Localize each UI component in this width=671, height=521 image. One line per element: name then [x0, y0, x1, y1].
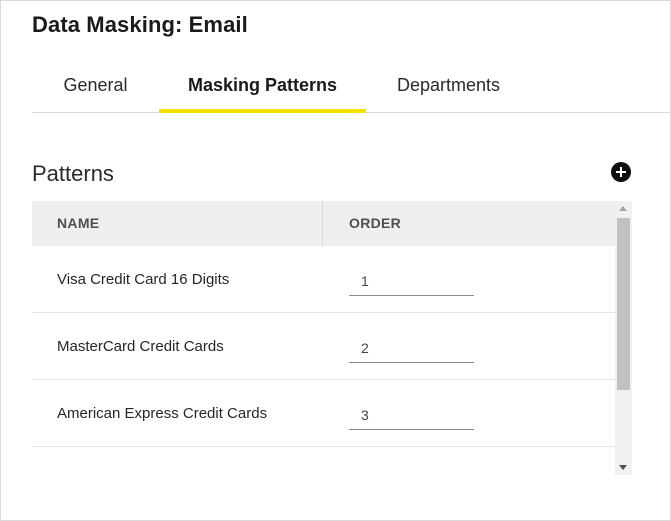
pattern-order-input[interactable] — [349, 400, 474, 430]
column-header-order[interactable]: ORDER — [349, 201, 401, 246]
pattern-order-input[interactable] — [349, 333, 474, 363]
page-title: Data Masking: Email — [32, 12, 248, 37]
pattern-name: MasterCard Credit Cards — [57, 338, 224, 355]
patterns-section-title: Patterns — [32, 161, 114, 186]
table-scrollbar[interactable] — [615, 201, 632, 475]
patterns-table: NAME ORDER Visa Credit Card 16 Digits Ma… — [32, 201, 632, 475]
add-pattern-button[interactable] — [611, 162, 631, 182]
scroll-thumb[interactable] — [617, 218, 630, 390]
tab-departments[interactable]: Departments — [366, 59, 536, 112]
data-masking-panel: Data Masking: Email General Masking Patt… — [0, 0, 671, 521]
tab-bar: General Masking Patterns Departments — [32, 59, 670, 113]
pattern-name: Visa Credit Card 16 Digits — [57, 271, 230, 288]
tab-masking-patterns[interactable]: Masking Patterns — [159, 59, 366, 113]
table-row[interactable]: Visa Credit Card 16 Digits — [32, 246, 615, 313]
scroll-down-icon[interactable] — [619, 465, 627, 470]
table-header: NAME ORDER — [32, 201, 615, 246]
table-row[interactable]: American Express Credit Cards — [32, 380, 615, 447]
column-divider — [322, 201, 323, 246]
table-row[interactable]: MasterCard Credit Cards — [32, 313, 615, 380]
pattern-name: American Express Credit Cards — [57, 405, 268, 422]
pattern-order-input[interactable] — [349, 266, 474, 296]
table-body: Visa Credit Card 16 Digits MasterCard Cr… — [32, 246, 615, 447]
column-header-name[interactable]: NAME — [57, 201, 99, 246]
scroll-up-icon[interactable] — [619, 206, 627, 211]
tab-general[interactable]: General — [32, 59, 159, 112]
